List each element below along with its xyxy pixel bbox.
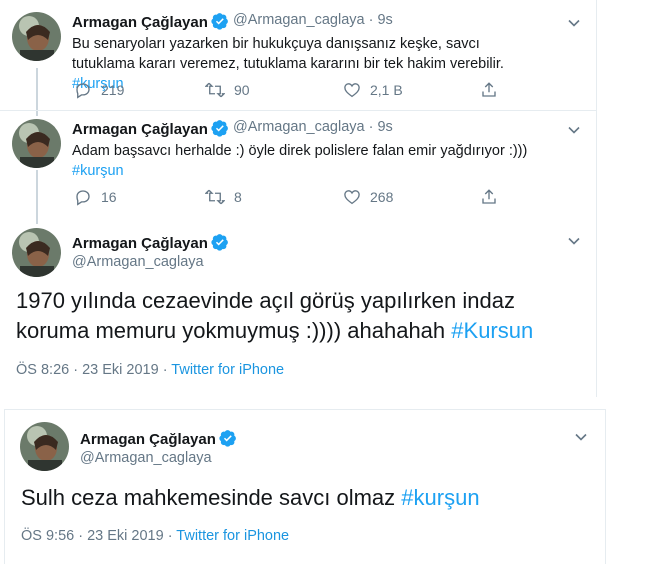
verified-badge-icon [211,234,228,251]
retweet-button[interactable]: 90 [205,81,250,99]
author-name-text[interactable]: Armagan Çağlayan [72,235,208,252]
tweet-body: Bu senaryoları yazarken bir hukukçuya da… [72,36,504,72]
hashtag-link[interactable]: #kurşun [72,163,124,179]
author-name[interactable]: Armagan Çağlayan [72,119,229,138]
author-name-text[interactable]: Armagan Çağlayan [72,14,208,31]
verified-badge-icon [211,13,228,30]
share-icon [482,82,496,97]
heart-icon [344,190,360,205]
retweet-icon [205,82,225,98]
reply-count: 16 [101,189,117,205]
source-link[interactable]: Twitter for iPhone [176,528,289,544]
tweet-timestamp: ÖS 8:26 · 23 Eki 2019 · Twitter for iPho… [16,362,284,378]
author-name-text[interactable]: Armagan Çağlayan [72,121,208,138]
reply-button[interactable]: 219 [74,81,124,99]
share-button[interactable] [480,81,507,99]
avatar[interactable] [20,422,69,471]
tweet-handle-time[interactable]: @Armagan_caglaya · 9s [233,119,393,135]
reply-button[interactable]: 16 [74,188,117,206]
tweet-handle[interactable]: @Armagan_caglaya [80,450,212,466]
retweet-count: 8 [234,189,242,205]
timestamp-text[interactable]: ÖS 9:56 · 23 Eki 2019 · [21,528,176,544]
tweet-text: Adam başsavcı herhalde :) öyle direk pol… [72,141,552,181]
author-name-text[interactable]: Armagan Çağlayan [80,431,216,448]
reply-icon [76,83,90,99]
hashtag-link[interactable]: #Kursun [451,318,533,343]
source-link[interactable]: Twitter for iPhone [171,362,284,378]
hashtag-link[interactable]: #kurşun [401,485,479,510]
divider [0,110,596,111]
tweet-body: 1970 yılında cezaevinde açıl görüş yapıl… [16,288,515,343]
tweet-panel: Armagan Çağlayan @Armagan_caglaya Sulh c… [4,409,606,564]
avatar[interactable] [12,119,61,168]
chevron-down-icon[interactable] [566,122,582,138]
verified-badge-icon [211,120,228,137]
chevron-down-icon[interactable] [573,429,589,445]
tweet-text: Sulh ceza mahkemesinde savcı olmaz #kurş… [21,483,581,513]
tweet-body: Sulh ceza mahkemesinde savcı olmaz [21,485,396,510]
tweet-handle-time[interactable]: @Armagan_caglaya · 9s [233,12,393,28]
tweet-handle[interactable]: @Armagan_caglaya [72,254,204,270]
like-button[interactable]: 268 [343,188,393,206]
author-name[interactable]: Armagan Çağlayan [72,12,229,31]
like-button[interactable]: 2,1 B [343,81,403,99]
reply-count: 219 [101,82,125,98]
timestamp-text[interactable]: ÖS 8:26 · 23 Eki 2019 · [16,362,171,378]
author-name[interactable]: Armagan Çağlayan [72,233,229,252]
chevron-down-icon[interactable] [566,15,582,31]
like-count: 268 [370,189,394,205]
tweet-thread-panel: Armagan Çağlayan @Armagan_caglaya · 9s B… [0,0,597,397]
share-button[interactable] [480,188,507,206]
like-count: 2,1 B [370,82,403,98]
retweet-icon [205,189,225,205]
heart-icon [344,83,360,98]
author-name[interactable]: Armagan Çağlayan [80,429,237,448]
retweet-button[interactable]: 8 [205,188,242,206]
tweet-timestamp: ÖS 9:56 · 23 Eki 2019 · Twitter for iPho… [21,528,289,544]
chevron-down-icon[interactable] [566,233,582,249]
thread-line [36,170,38,224]
verified-badge-icon [219,430,236,447]
tweet-text: 1970 yılında cezaevinde açıl görüş yapıl… [16,286,576,346]
tweet-body: Adam başsavcı herhalde :) öyle direk pol… [72,143,528,159]
avatar[interactable] [12,228,61,277]
share-icon [482,189,496,204]
retweet-count: 90 [234,82,250,98]
tweet-text: Bu senaryoları yazarken bir hukukçuya da… [72,34,512,94]
avatar[interactable] [12,12,61,61]
reply-icon [76,190,90,206]
thread-line [36,68,38,116]
